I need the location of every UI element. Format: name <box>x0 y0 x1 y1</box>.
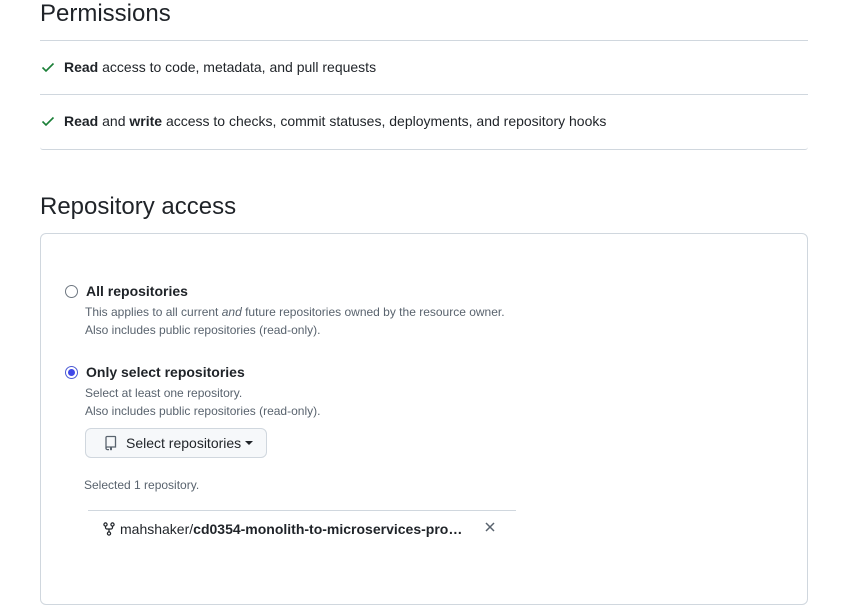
all-repositories-label[interactable]: All repositories <box>86 283 188 299</box>
permission-level: write <box>129 113 163 129</box>
select-repositories-button-label[interactable]: Select repositories <box>126 435 241 451</box>
repository-name: mahshaker/cd0354-monolith-to-microservic… <box>120 521 463 537</box>
select-repositories-label[interactable]: Only select repositories <box>86 364 245 380</box>
select-repositories-radio[interactable] <box>65 365 78 379</box>
repository-access-heading: Repository access <box>40 193 237 220</box>
select-repositories-note: Select at least one repository. <box>85 386 243 400</box>
repo-icon <box>105 435 117 451</box>
select-repositories-option[interactable]: Only select repositories <box>65 364 245 380</box>
all-repositories-note: This applies to all current and future r… <box>85 305 505 319</box>
check-icon <box>41 62 55 73</box>
divider <box>40 94 808 95</box>
permissions-heading: Permissions <box>40 0 171 27</box>
permission-text: access to code, metadata, and pull reque… <box>98 59 377 75</box>
all-repositories-radio[interactable] <box>65 284 78 298</box>
x-icon[interactable] <box>484 521 496 533</box>
all-repositories-note-2: Also includes public repositories (read-… <box>85 323 321 337</box>
caret-down-icon <box>245 441 254 445</box>
select-repositories-button[interactable]: Select repositories <box>85 428 267 458</box>
permission-level: Read <box>64 113 99 129</box>
permission-level: Read <box>64 59 99 75</box>
permission-connector: and <box>98 113 130 129</box>
selected-count: Selected 1 repository. <box>84 478 200 492</box>
permission-item: Read and write access to checks, commit … <box>40 111 808 131</box>
permission-item: Read access to code, metadata, and pull … <box>40 57 808 77</box>
all-repositories-option[interactable]: All repositories <box>65 283 188 299</box>
divider <box>88 510 516 511</box>
selected-repository-row: mahshaker/cd0354-monolith-to-microservic… <box>88 518 516 540</box>
repo-forked-icon <box>103 522 115 536</box>
permissions-box-bottom <box>40 147 808 150</box>
select-repositories-note-2: Also includes public repositories (read-… <box>85 404 321 418</box>
divider <box>40 40 808 41</box>
check-icon <box>41 116 55 127</box>
permission-text: access to checks, commit statuses, deplo… <box>162 113 607 129</box>
